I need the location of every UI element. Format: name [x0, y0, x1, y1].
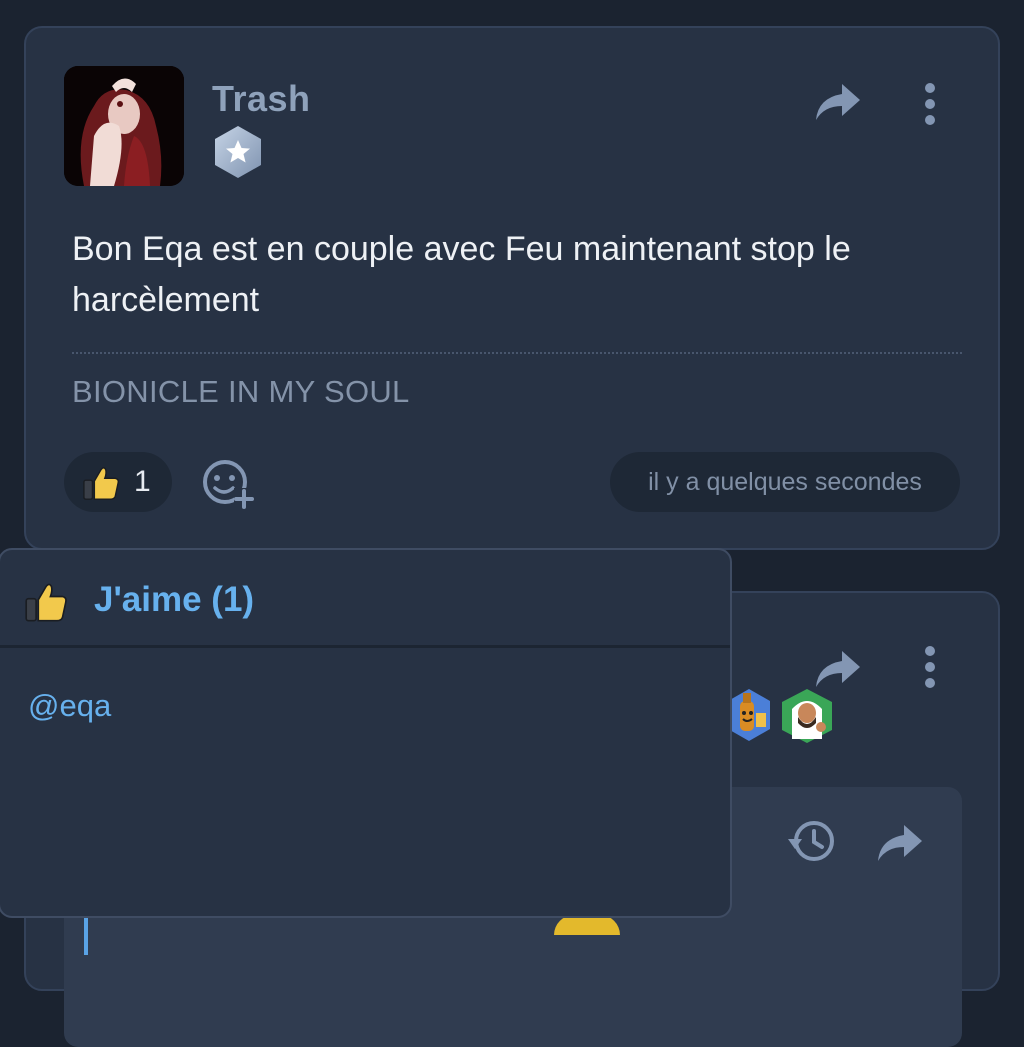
history-icon[interactable] — [786, 817, 838, 865]
username[interactable]: Trash — [212, 78, 311, 120]
more-options-icon[interactable] — [916, 643, 944, 691]
reaction-user-link[interactable]: @eqa — [28, 688, 111, 724]
reaction-popup-header: J'aime (1) — [0, 550, 730, 648]
thumbs-up-icon — [83, 467, 119, 500]
signature-divider — [72, 352, 962, 354]
like-reaction-button[interactable]: 1 — [64, 452, 172, 512]
share-icon[interactable] — [814, 80, 862, 124]
like-count: 1 — [134, 465, 151, 498]
user-signature: BIONICLE IN MY SOUL — [72, 374, 410, 409]
share-icon[interactable] — [876, 821, 924, 865]
more-options-icon[interactable] — [916, 80, 944, 128]
man-thumbs-up-badge-icon — [782, 689, 832, 743]
add-reaction-icon[interactable] — [200, 456, 256, 512]
thumbs-up-icon — [25, 583, 67, 622]
post-timestamp[interactable]: il y a quelques secondes — [610, 452, 960, 512]
reaction-popup-title: J'aime (1) — [94, 580, 255, 619]
avatar[interactable] — [64, 66, 184, 186]
post-card: Trash Bon Eqa est en couple avec Feu mai… — [24, 26, 1000, 550]
reaction-popup: J'aime (1) @eqa — [0, 548, 732, 918]
share-icon[interactable] — [814, 647, 862, 691]
star-badge-icon — [215, 126, 261, 178]
quote-indicator — [84, 915, 88, 955]
post-content: Bon Eqa est en couple avec Feu maintenan… — [72, 230, 851, 319]
emoji-partial — [554, 915, 620, 935]
beer-badge-icon — [728, 689, 770, 741]
